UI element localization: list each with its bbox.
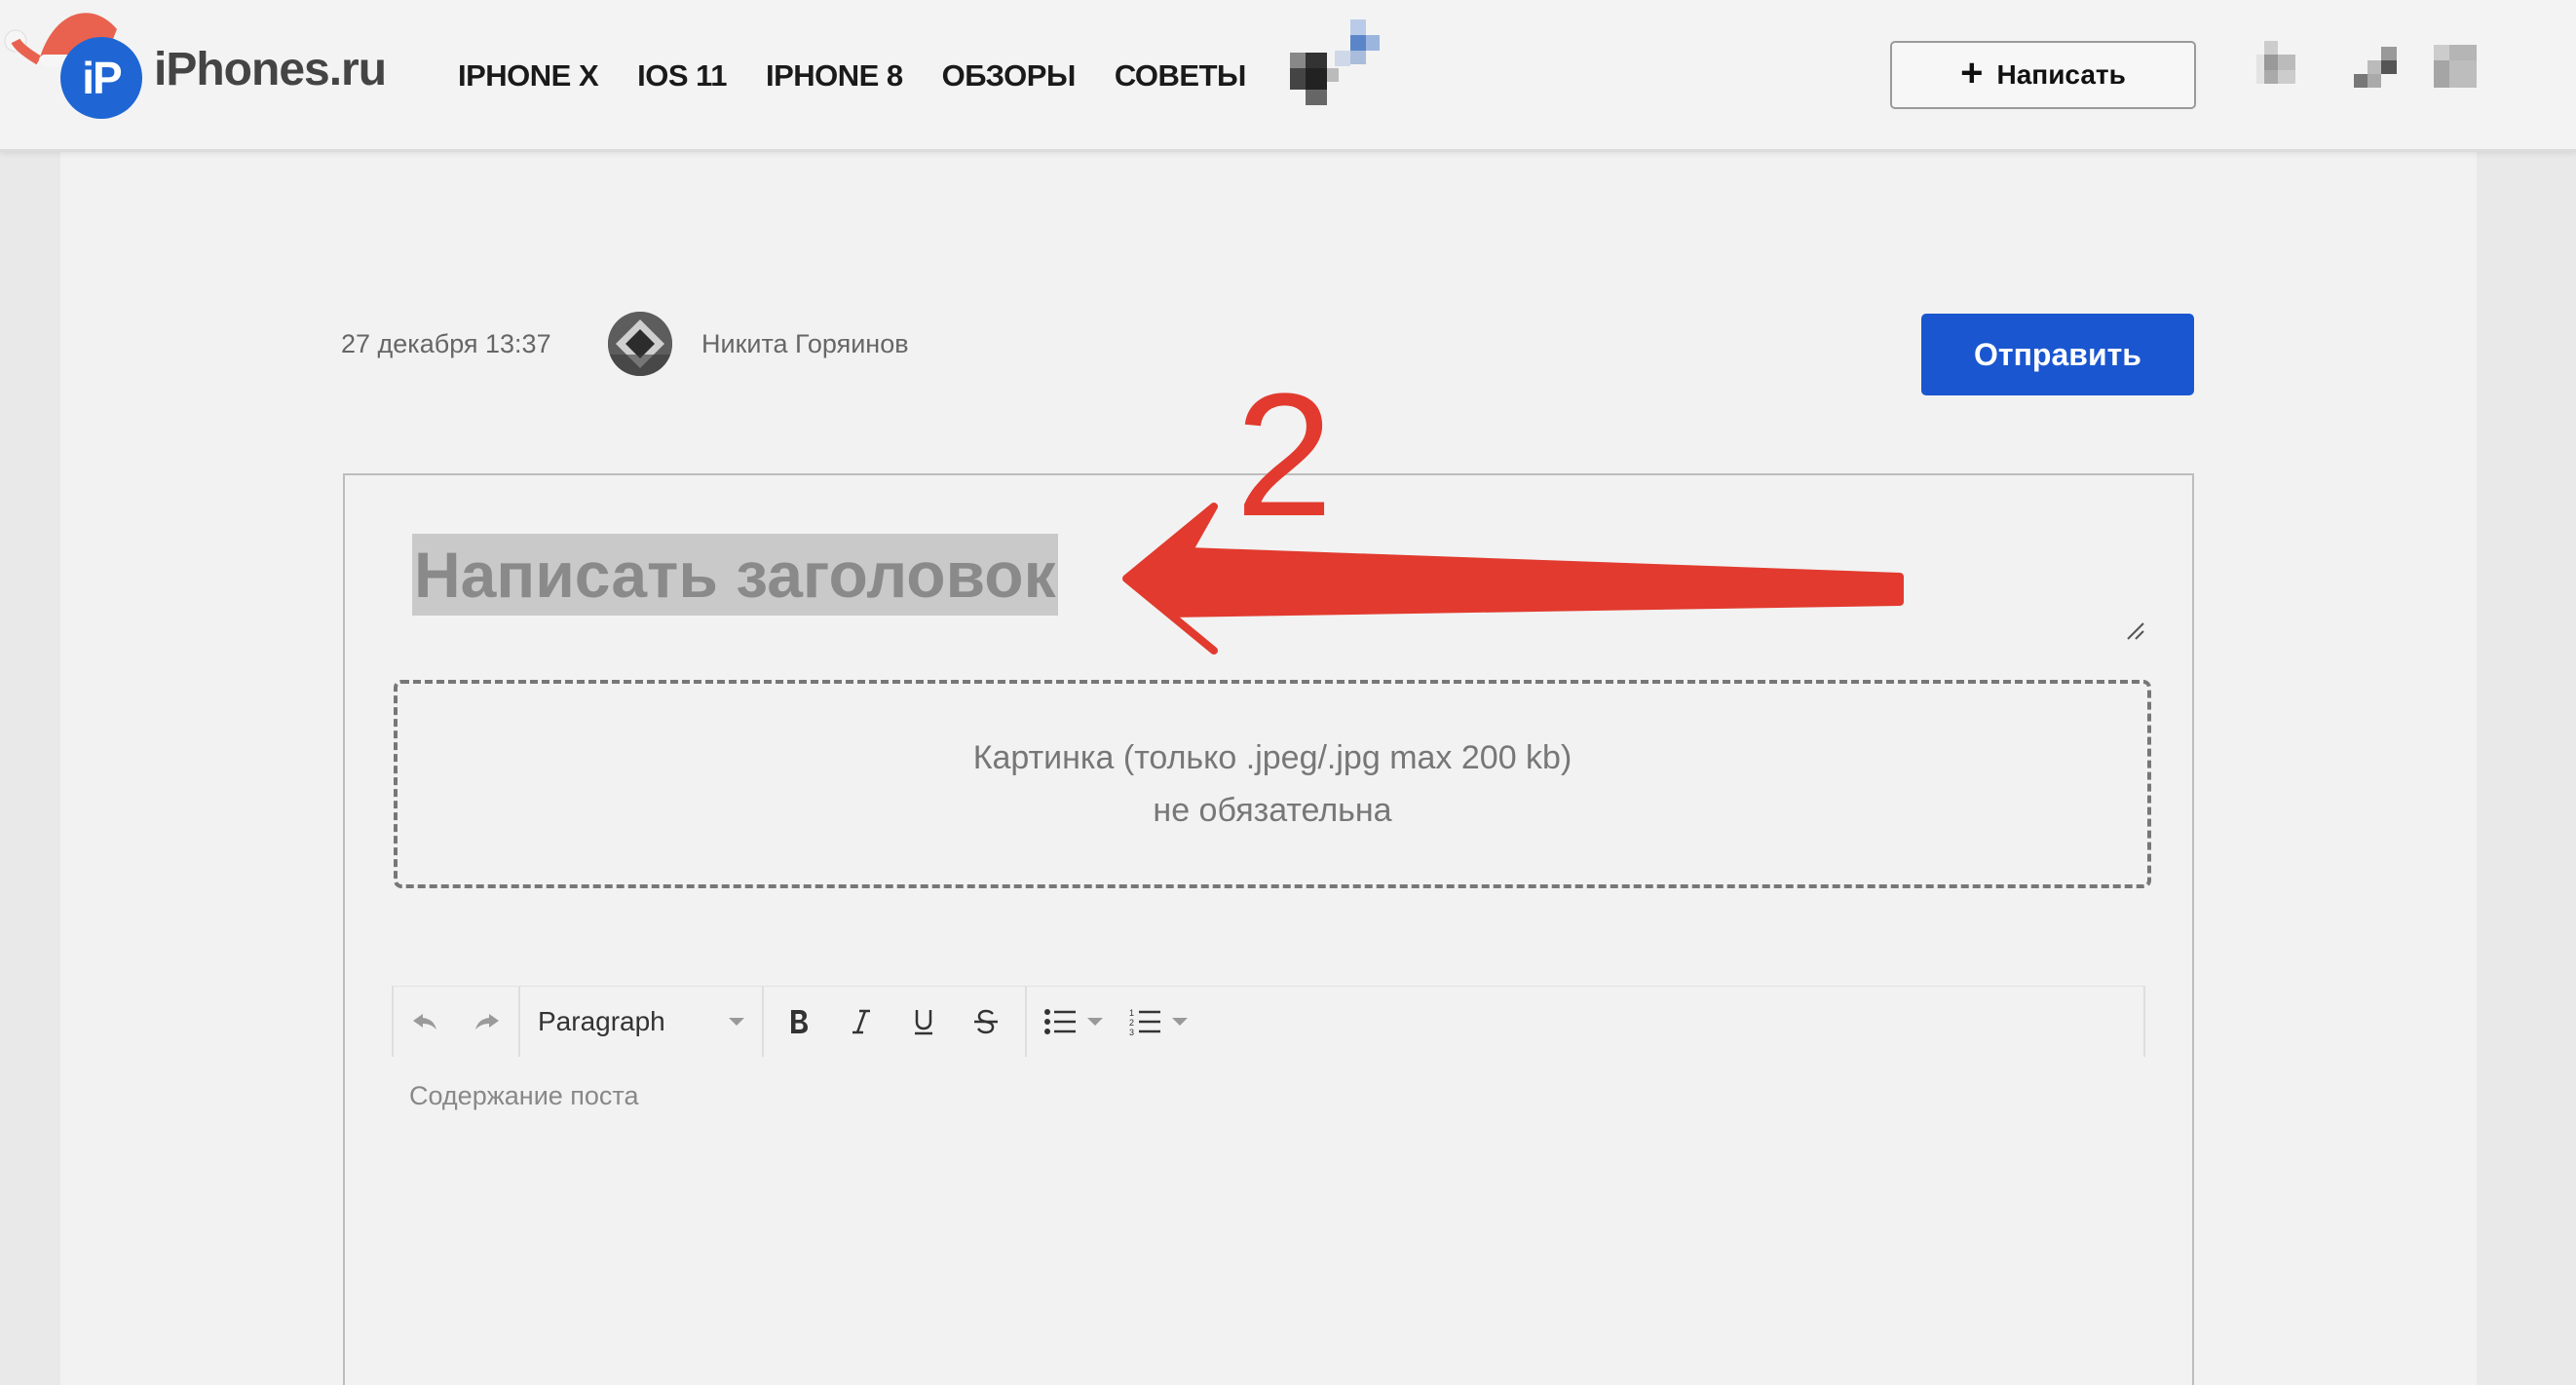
write-post-label: Написать [1996,59,2126,90]
write-post-button[interactable]: + Написать [1890,41,2196,109]
resize-handle-icon[interactable] [2124,619,2147,643]
strikethrough-button[interactable] [955,987,1017,1057]
bullet-list-icon [1044,1008,1076,1034]
content-editor[interactable]: Содержание поста [409,1081,639,1111]
nav-item-iphone-8[interactable]: IPHONE 8 [766,58,903,94]
logo-text: iPhones.ru [154,44,387,95]
numbered-list-icon: 1 2 3 [1129,1008,1160,1036]
chevron-down-icon [1172,1017,1188,1026]
svg-text:1: 1 [1129,1008,1134,1018]
redo-button[interactable] [456,987,518,1057]
pixelated-messages-icon[interactable] [2352,43,2410,97]
block-format-select[interactable]: Paragraph [520,987,762,1057]
numbered-list-button[interactable]: 1 2 3 [1109,987,1191,1057]
bold-icon [791,1009,808,1033]
toolbar-divider [762,986,764,1057]
post-date: 27 декабря 13:37 [341,329,551,358]
author-name[interactable]: Никита Горяинов [701,329,909,359]
svg-text:2: 2 [1129,1018,1134,1028]
pixelated-user-avatar[interactable] [2432,43,2486,97]
undo-icon [413,1013,436,1029]
italic-icon [852,1009,870,1033]
pixelated-notifications-icon[interactable] [2256,37,2315,99]
logo-mark: iP [60,37,142,119]
send-button[interactable]: Отправить [1921,314,2194,395]
nav-item-reviews[interactable]: ОБЗОРЫ [942,58,1077,94]
underline-icon [915,1009,932,1034]
image-dropzone-optional: не обязательна [1153,792,1392,829]
underline-button[interactable] [892,987,955,1057]
plus-icon: + [1960,52,1984,94]
annotation-step-number: 2 [1235,357,1334,553]
editor-toolbar: Paragraph 1 2 3 [392,986,2145,1057]
italic-button[interactable] [830,987,892,1057]
redo-icon [475,1013,499,1029]
toolbar-divider [2143,986,2145,1057]
pixelated-menu-icon[interactable] [1286,19,1383,117]
bullet-list-button[interactable] [1027,987,1109,1057]
site-header: iP iPhones.ru IPHONE X IOS 11 IPHONE 8 О… [0,0,2576,152]
chevron-down-icon [729,1017,744,1026]
title-input[interactable]: Написать заголовок [412,534,1058,616]
nav-item-ios-11[interactable]: IOS 11 [637,58,727,94]
block-format-value: Paragraph [538,1005,665,1036]
main-nav: IPHONE X IOS 11 IPHONE 8 ОБЗОРЫ СОВЕТЫ [458,58,1246,94]
chevron-down-icon [1087,1017,1103,1026]
nav-item-iphone-x[interactable]: IPHONE X [458,58,599,94]
svg-text:3: 3 [1129,1028,1134,1036]
author-avatar[interactable] [608,312,672,376]
strikethrough-icon [974,1009,998,1033]
image-dropzone[interactable]: Картинка (только .jpeg/.jpg max 200 kb) … [394,680,2151,888]
site-logo[interactable]: iP iPhones.ru [0,0,409,136]
nav-item-tips[interactable]: СОВЕТЫ [1115,58,1247,94]
undo-button[interactable] [394,987,456,1057]
image-dropzone-hint: Картинка (только .jpeg/.jpg max 200 kb) [972,739,1572,776]
bold-button[interactable] [768,987,830,1057]
